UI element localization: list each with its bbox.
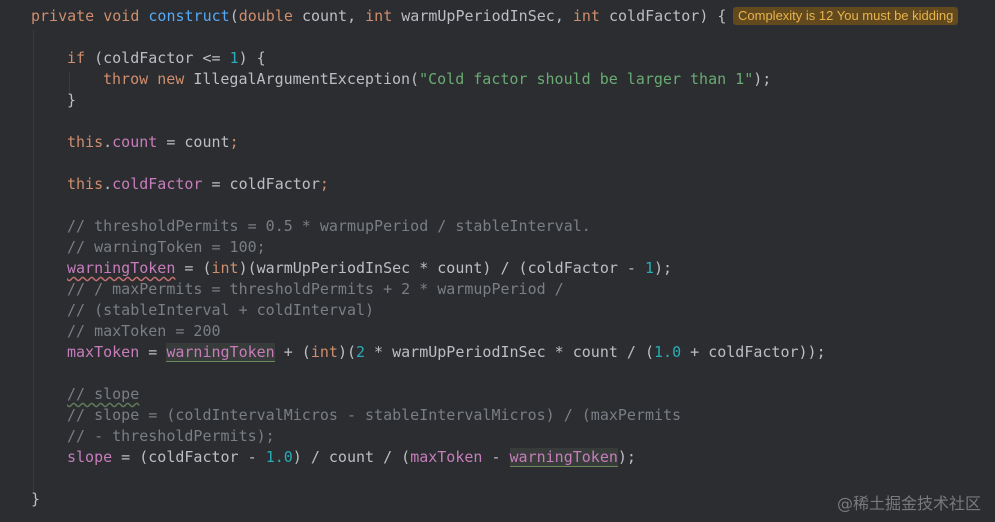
if-condition: (coldFactor <= [94,49,230,67]
param-type: double [238,7,293,25]
comment-line[interactable]: // slope = (coldIntervalMicros - stableI… [67,405,681,426]
field-max-token: maxToken [67,343,140,361]
code-line-signature[interactable]: private void construct(double count, int… [31,6,726,27]
expr-part: )( [337,343,356,361]
number-literal: 2 [356,343,366,361]
complexity-hint-badge[interactable]: Complexity is 12 You must be kidding [733,7,959,25]
number-literal: 1.0 [265,448,293,466]
expr-end: ); [617,448,636,466]
assign-rhs: = count [157,133,230,151]
comment-line[interactable]: // / maxPermits = thresholdPermits + 2 *… [67,279,564,300]
expr-part: ) / count / ( [292,448,411,466]
field-warning-token: warningToken [67,259,176,277]
number-literal: 1.0 [654,343,682,361]
expr-end: ); [654,259,673,277]
dot: . [103,175,113,193]
field-slope: slope [67,448,113,466]
assign-rhs: = coldFactor [202,175,320,193]
comment-line[interactable]: // slope [67,384,139,405]
code-line-method-close[interactable]: } [31,489,40,510]
comment-text: // slope [67,385,140,403]
expr-part: = [139,343,167,361]
expr-part: )(warmUpPeriodInSec * count) / (coldFact… [238,259,645,277]
expr-end: + coldFactor)); [681,343,826,361]
if-open: ) { [238,49,266,67]
code-line-if-close[interactable]: } [67,90,76,111]
number-literal: 1 [229,49,239,67]
field-coldfactor: coldFactor [112,175,203,193]
code-line-warning-token[interactable]: warningToken = (int)(warmUpPeriodInSec *… [67,258,672,279]
signature-open: ) { [699,7,727,25]
code-editor[interactable]: private void construct(double count, int… [0,0,995,522]
expr-part: * warmUpPeriodInSec * count / ( [365,343,655,361]
code-line-if[interactable]: if (coldFactor <= 1) { [67,48,266,69]
param-name: warmUpPeriodInSec [401,7,555,25]
expr-part: - [482,448,510,466]
method-name: construct [148,7,230,25]
param-name: coldFactor [609,7,700,25]
field-max-token-usage: maxToken [410,448,483,466]
brace-close: } [31,490,41,508]
expr-part: = ( [175,259,212,277]
number-literal: 1 [644,259,655,277]
comment-line[interactable]: // - thresholdPermits); [67,426,275,447]
field-count: count [112,133,158,151]
code-line-this-coldfactor[interactable]: this.coldFactor = coldFactor; [67,174,329,195]
comment-line[interactable]: // thresholdPermits = 0.5 * warmupPeriod… [67,216,591,237]
comment-line[interactable]: // maxToken = 200 [67,321,221,342]
keyword-throw: throw [103,70,149,88]
string-literal: "Cold factor should be larger than 1" [419,70,754,88]
keyword-new: new [157,70,185,88]
keyword-modifier: private [31,7,95,25]
field-warning-token-usage: warningToken [509,448,618,467]
keyword-this: this [67,133,104,151]
code-line-slope[interactable]: slope = (coldFactor - 1.0) / count / (ma… [67,447,636,468]
param-name: count [301,7,348,25]
keyword-int: int [310,343,338,361]
brace-close: } [67,91,77,109]
expr-part: = (coldFactor - [112,448,266,466]
throw-end: ); [753,70,772,88]
comment-line[interactable]: // warningToken = 100; [67,237,266,258]
param-type: int [365,7,393,25]
indent-guide [33,30,34,492]
keyword-int: int [211,259,239,277]
dot: . [103,133,113,151]
code-line-this-count[interactable]: this.count = count; [67,132,239,153]
field-warning-token-usage: warningToken [166,343,275,362]
semicolon: ; [229,133,239,151]
keyword-return-type: void [103,7,140,25]
param-type: int [572,7,600,25]
comment-line[interactable]: // (stableInterval + coldInterval) [67,300,374,321]
keyword-this: this [67,175,104,193]
keyword-if: if [67,49,86,67]
code-line-max-token[interactable]: maxToken = warningToken + (int)(2 * warm… [67,342,826,363]
exception-class: IllegalArgumentException( [193,70,420,88]
watermark: @稀土掘金技术社区 [836,494,981,513]
code-line-throw[interactable]: throw new IllegalArgumentException("Cold… [103,69,771,90]
expr-part: + ( [274,343,311,361]
semicolon: ; [319,175,329,193]
